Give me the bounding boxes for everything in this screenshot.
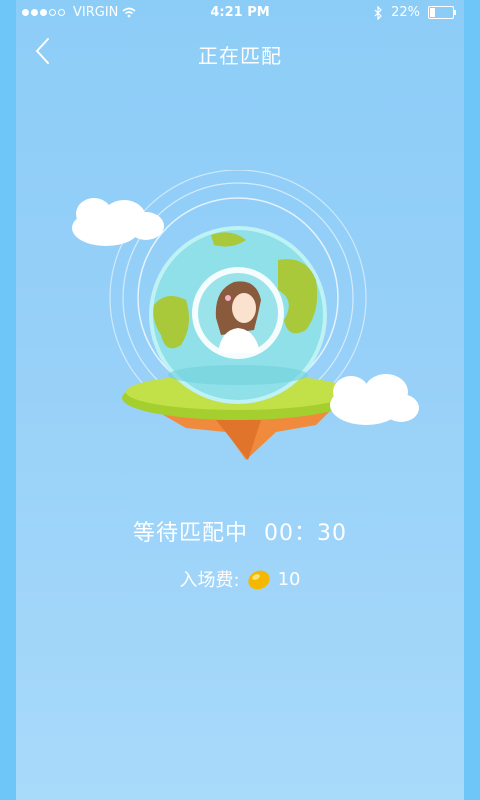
cloud-right bbox=[330, 374, 419, 425]
status-bar: VIRGIN 4:21 PM 22% bbox=[16, 0, 464, 26]
waiting-status: 等待匹配中 00：30 bbox=[16, 515, 464, 547]
bluetooth-icon bbox=[374, 5, 382, 20]
fee-value: 10 bbox=[277, 568, 301, 590]
avatar bbox=[192, 267, 284, 359]
status-right: 22% bbox=[374, 5, 456, 20]
fee-label: 入场费: bbox=[179, 570, 240, 591]
battery-percent: 22% bbox=[391, 5, 420, 20]
entry-fee: 入场费: 10 bbox=[16, 566, 464, 592]
battery-icon bbox=[428, 6, 456, 19]
page-title: 正在匹配 bbox=[198, 44, 282, 68]
matching-illustration bbox=[72, 170, 419, 460]
waiting-label: 等待匹配中 bbox=[132, 521, 248, 546]
bean-coin-icon bbox=[247, 570, 270, 590]
matching-screen: VIRGIN 4:21 PM 22% 正在匹配 等待匹配中 00：30 入场费:… bbox=[16, 0, 464, 800]
countdown-timer: 00：30 bbox=[264, 521, 347, 546]
nav-bar: 正在匹配 bbox=[16, 26, 464, 76]
